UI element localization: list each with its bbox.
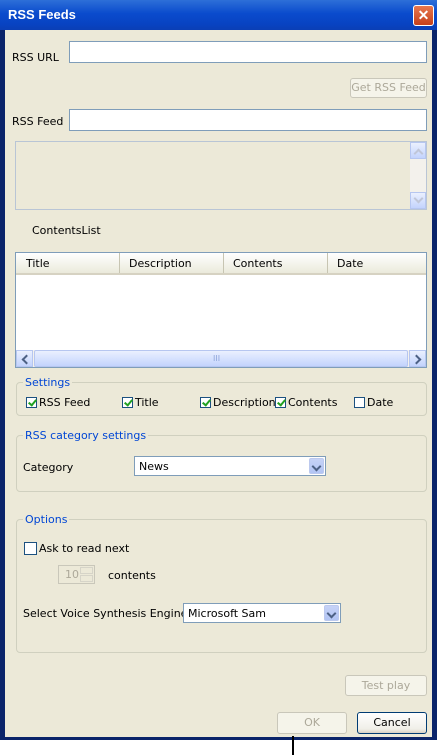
chevron-down-icon[interactable] [309, 458, 324, 474]
get-rss-feed-button[interactable]: Get RSS Feed [350, 78, 427, 98]
date-checkbox[interactable] [354, 397, 365, 408]
close-icon[interactable]: ✕ [413, 5, 434, 26]
contents-list-label: ContentsList [32, 224, 101, 237]
scroll-up-icon[interactable] [410, 142, 426, 159]
ask-next-checkbox[interactable] [24, 542, 37, 555]
count-unit-label: contents [108, 569, 156, 582]
engine-select[interactable]: Microsoft Sam [183, 603, 341, 623]
description-checkbox-label[interactable]: Description [213, 396, 276, 409]
column-header-contents[interactable]: Contents [224, 253, 328, 273]
window-title: RSS Feeds [8, 7, 76, 22]
contents-list[interactable]: Title Description Contents Date III [15, 252, 427, 368]
scroll-thumb[interactable]: III [34, 350, 408, 367]
engine-label: Select Voice Synthesis Engine [23, 607, 188, 620]
dialog-body: RSS URL Get RSS Feed RSS Feed ContentsLi… [5, 30, 432, 737]
category-select[interactable]: News [134, 456, 326, 476]
column-header-title[interactable]: Title [16, 253, 120, 273]
feed-scrollbar[interactable] [410, 142, 426, 209]
category-settings-group: RSS category settings Category News [16, 429, 427, 492]
feed-text-area[interactable] [15, 141, 427, 210]
spin-down-icon[interactable] [80, 575, 93, 582]
date-checkbox-label[interactable]: Date [367, 396, 393, 409]
options-legend: Options [23, 513, 70, 526]
list-hscrollbar[interactable]: III [16, 350, 426, 367]
rss-feed-checkbox[interactable] [26, 397, 37, 408]
settings-group: Settings RSS Feed Title Description Cont… [16, 376, 427, 416]
column-header-description[interactable]: Description [120, 253, 224, 273]
count-spinner[interactable]: 10 [58, 565, 95, 584]
contents-checkbox-label[interactable]: Contents [288, 396, 337, 409]
rss-feed-checkbox-label[interactable]: RSS Feed [39, 396, 90, 409]
test-play-button[interactable]: Test play [345, 675, 427, 696]
rss-feed-input[interactable] [69, 109, 427, 131]
column-header-date[interactable]: Date [328, 253, 426, 273]
spin-up-icon[interactable] [80, 567, 93, 574]
description-checkbox[interactable] [200, 397, 211, 408]
rss-url-label: RSS URL [12, 51, 59, 64]
title-bar[interactable]: RSS Feeds ✕ [0, 0, 437, 30]
cancel-button[interactable]: Cancel [357, 712, 427, 734]
scroll-left-icon[interactable] [16, 350, 33, 367]
ask-next-label[interactable]: Ask to read next [39, 542, 129, 555]
list-header: Title Description Contents Date [16, 253, 426, 275]
chevron-down-icon[interactable] [324, 605, 339, 621]
scroll-right-icon[interactable] [409, 350, 426, 367]
category-settings-legend: RSS category settings [23, 429, 149, 442]
settings-legend: Settings [23, 376, 73, 389]
rss-feed-label: RSS Feed [12, 115, 64, 128]
scroll-down-icon[interactable] [410, 192, 426, 209]
title-checkbox-label[interactable]: Title [135, 396, 159, 409]
ok-button[interactable]: OK [277, 712, 347, 734]
text-cursor-icon [292, 736, 294, 755]
category-label: Category [23, 461, 74, 474]
options-group: Options Ask to read next 10 contents Sel… [16, 513, 427, 653]
contents-checkbox[interactable] [275, 397, 286, 408]
dialog-window: RSS Feeds ✕ RSS URL Get RSS Feed RSS Fee… [0, 0, 437, 740]
rss-url-input[interactable] [69, 41, 427, 63]
title-checkbox[interactable] [122, 397, 133, 408]
